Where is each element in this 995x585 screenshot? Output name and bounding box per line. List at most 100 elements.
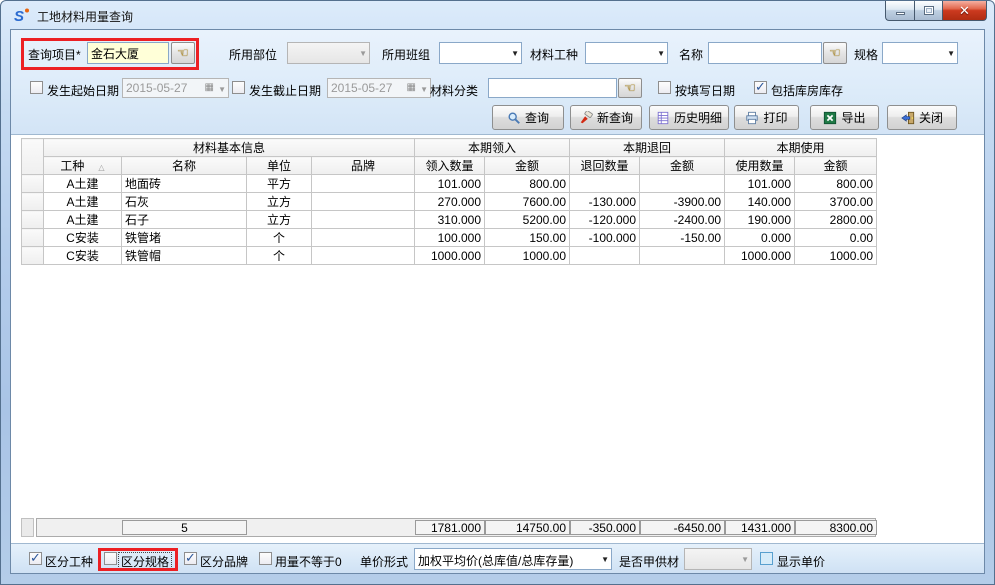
table-cell[interactable]: 平方 bbox=[247, 175, 312, 193]
row-indicator[interactable] bbox=[22, 193, 44, 211]
table-cell[interactable]: -100.000 bbox=[570, 229, 640, 247]
column-header[interactable]: 单位 bbox=[247, 157, 312, 175]
table-cell[interactable]: 地面砖 bbox=[122, 175, 247, 193]
close-window-button[interactable]: 关闭 bbox=[887, 105, 957, 130]
table-cell[interactable]: 1000.00 bbox=[485, 247, 570, 265]
material-trade-combo[interactable]: ▼ bbox=[585, 42, 668, 64]
table-cell[interactable]: C安装 bbox=[44, 229, 122, 247]
nonzero-usage-checkbox[interactable] bbox=[259, 552, 272, 565]
table-cell[interactable] bbox=[312, 211, 415, 229]
name-lookup-button[interactable]: ☜ bbox=[823, 42, 847, 64]
start-date-checkbox[interactable] bbox=[30, 81, 43, 94]
end-date-checkbox[interactable] bbox=[232, 81, 245, 94]
include-warehouse-checkbox[interactable] bbox=[754, 81, 767, 94]
table-row[interactable]: A土建石灰立方 270.0007600.00-130.000-3900.00140… bbox=[22, 193, 877, 211]
by-brand-checkbox[interactable] bbox=[184, 552, 197, 565]
table-cell[interactable]: -120.000 bbox=[570, 211, 640, 229]
table-cell[interactable]: 150.00 bbox=[485, 229, 570, 247]
material-category-input[interactable] bbox=[488, 78, 617, 98]
team-combo[interactable]: ▼ bbox=[439, 42, 522, 64]
price-form-combo[interactable]: 加权平均价(总库值/总库存量) ▼ bbox=[414, 548, 612, 570]
table-cell[interactable]: 101.000 bbox=[725, 175, 795, 193]
table-cell[interactable]: 1000.00 bbox=[795, 247, 877, 265]
table-cell[interactable] bbox=[570, 247, 640, 265]
table-cell[interactable]: A土建 bbox=[44, 211, 122, 229]
column-header[interactable]: 工种△ bbox=[44, 157, 122, 175]
by-fill-date-checkbox[interactable] bbox=[658, 81, 671, 94]
table-cell[interactable]: A土建 bbox=[44, 175, 122, 193]
minimize-button[interactable] bbox=[885, 1, 914, 21]
query-button[interactable]: 查询 bbox=[492, 105, 564, 130]
table-cell[interactable]: 5200.00 bbox=[485, 211, 570, 229]
table-cell[interactable] bbox=[570, 175, 640, 193]
table-cell[interactable]: 立方 bbox=[247, 211, 312, 229]
name-input[interactable] bbox=[708, 42, 822, 64]
table-row[interactable]: A土建地面砖平方101.000800.00101.000800.00 bbox=[22, 175, 877, 193]
table-cell[interactable] bbox=[312, 175, 415, 193]
column-header[interactable]: 退回数量 bbox=[570, 157, 640, 175]
table-cell[interactable]: 310.000 bbox=[415, 211, 485, 229]
table-cell[interactable]: -130.000 bbox=[570, 193, 640, 211]
table-cell[interactable]: 3700.00 bbox=[795, 193, 877, 211]
row-indicator[interactable] bbox=[22, 229, 44, 247]
end-date-field: 2015-05-27 ▦ ▼ bbox=[327, 78, 431, 98]
new-query-button[interactable]: 新查询 bbox=[570, 105, 642, 130]
table-cell[interactable]: 270.000 bbox=[415, 193, 485, 211]
table-cell[interactable] bbox=[312, 229, 415, 247]
table-cell[interactable]: 个 bbox=[247, 229, 312, 247]
table-cell[interactable]: 石子 bbox=[122, 211, 247, 229]
table-cell[interactable]: 100.000 bbox=[415, 229, 485, 247]
column-header[interactable]: 领入数量 bbox=[415, 157, 485, 175]
table-cell[interactable]: 石灰 bbox=[122, 193, 247, 211]
column-header[interactable]: 使用数量 bbox=[725, 157, 795, 175]
table-cell[interactable]: 140.000 bbox=[725, 193, 795, 211]
table-cell[interactable]: 800.00 bbox=[485, 175, 570, 193]
table-row[interactable]: C安装铁管堵个100.000150.00-100.000-150.000.000… bbox=[22, 229, 877, 247]
table-cell[interactable]: 800.00 bbox=[795, 175, 877, 193]
table-cell[interactable]: 铁管堵 bbox=[122, 229, 247, 247]
table-cell[interactable]: 7600.00 bbox=[485, 193, 570, 211]
material-category-lookup-button[interactable]: ☜ bbox=[618, 78, 642, 98]
table-cell[interactable]: 0.000 bbox=[725, 229, 795, 247]
query-project-input[interactable] bbox=[87, 42, 169, 64]
table-cell[interactable] bbox=[640, 175, 725, 193]
table-cell[interactable]: 立方 bbox=[247, 193, 312, 211]
column-header[interactable]: 金额 bbox=[640, 157, 725, 175]
close-button[interactable]: ✕ bbox=[943, 1, 987, 21]
table-cell[interactable] bbox=[640, 247, 725, 265]
row-indicator[interactable] bbox=[22, 211, 44, 229]
table-cell[interactable]: 1000.000 bbox=[415, 247, 485, 265]
table-cell[interactable]: 铁管帽 bbox=[122, 247, 247, 265]
table-row[interactable]: C安装铁管帽个1000.0001000.001000.0001000.00 bbox=[22, 247, 877, 265]
table-cell[interactable]: 个 bbox=[247, 247, 312, 265]
column-header[interactable]: 品牌 bbox=[312, 157, 415, 175]
table-cell[interactable]: 101.000 bbox=[415, 175, 485, 193]
query-project-lookup-button[interactable]: ☜ bbox=[171, 42, 195, 64]
row-indicator[interactable] bbox=[22, 247, 44, 265]
table-cell[interactable]: C安装 bbox=[44, 247, 122, 265]
row-indicator[interactable] bbox=[22, 175, 44, 193]
table-cell[interactable] bbox=[312, 193, 415, 211]
maximize-button[interactable] bbox=[914, 1, 943, 21]
by-trade-checkbox[interactable] bbox=[29, 552, 42, 565]
column-header[interactable]: 金额 bbox=[485, 157, 570, 175]
table-cell[interactable]: 1000.000 bbox=[725, 247, 795, 265]
table-row[interactable]: A土建石子立方 310.0005200.00-120.000-2400.00190… bbox=[22, 211, 877, 229]
title-bar[interactable]: S 工地材料用量查询 ✕ bbox=[1, 1, 994, 29]
table-cell[interactable]: 190.000 bbox=[725, 211, 795, 229]
table-cell[interactable]: -2400.00 bbox=[640, 211, 725, 229]
column-header[interactable]: 金额 bbox=[795, 157, 877, 175]
export-button[interactable]: 导出 bbox=[810, 105, 879, 130]
print-button[interactable]: 打印 bbox=[734, 105, 799, 130]
table-cell[interactable]: 2800.00 bbox=[795, 211, 877, 229]
history-detail-button[interactable]: 历史明细 bbox=[649, 105, 729, 130]
by-spec-checkbox[interactable] bbox=[104, 552, 117, 565]
show-price-checkbox[interactable] bbox=[760, 552, 773, 565]
spec-combo[interactable]: ▼ bbox=[882, 42, 958, 64]
table-cell[interactable]: -150.00 bbox=[640, 229, 725, 247]
table-cell[interactable]: -3900.00 bbox=[640, 193, 725, 211]
table-cell[interactable]: A土建 bbox=[44, 193, 122, 211]
table-cell[interactable] bbox=[312, 247, 415, 265]
column-header[interactable]: 名称 bbox=[122, 157, 247, 175]
table-cell[interactable]: 0.00 bbox=[795, 229, 877, 247]
